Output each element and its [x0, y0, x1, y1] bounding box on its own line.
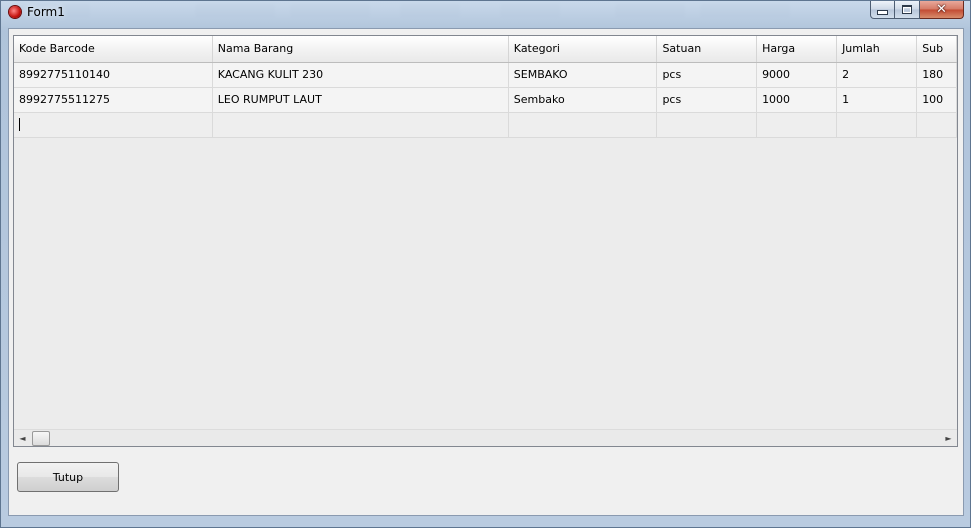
scroll-left-icon[interactable]: ◄ [14, 430, 31, 446]
minimize-icon [877, 10, 888, 15]
data-grid[interactable]: Kode Barcode Nama Barang Kategori Satuan… [13, 35, 958, 447]
cell-kategori[interactable]: SEMBAKO [508, 62, 658, 88]
close-icon: ✕ [936, 2, 947, 17]
column-header-kategori[interactable]: Kategori [508, 36, 658, 63]
cell-harga[interactable]: 9000 [756, 62, 838, 88]
cell-jumlah-empty[interactable] [836, 112, 918, 138]
column-header-satuan[interactable]: Satuan [656, 36, 758, 63]
column-header-nama-barang[interactable]: Nama Barang [212, 36, 509, 63]
cell-harga-empty[interactable] [756, 112, 838, 138]
tutup-button[interactable]: Tutup [17, 462, 119, 492]
grid-header-row: Kode Barcode Nama Barang Kategori Satuan… [14, 36, 957, 63]
cell-kategori-empty[interactable] [508, 112, 658, 138]
app-icon[interactable] [9, 6, 21, 18]
cell-harga[interactable]: 1000 [756, 87, 838, 113]
cell-jumlah[interactable]: 2 [836, 62, 918, 88]
form-client-area: Kode Barcode Nama Barang Kategori Satuan… [8, 28, 964, 516]
cell-subtotal-empty[interactable] [916, 112, 957, 138]
new-entry-row[interactable] [14, 112, 957, 138]
cell-satuan-empty[interactable] [656, 112, 758, 138]
close-button[interactable]: ✕ [920, 1, 964, 19]
caption-buttons: ✕ [870, 1, 964, 20]
cell-satuan[interactable]: pcs [656, 62, 758, 88]
cell-kode-barcode[interactable]: 8992775511275 [14, 87, 213, 113]
column-header-harga[interactable]: Harga [756, 36, 838, 63]
column-header-kode-barcode[interactable]: Kode Barcode [14, 36, 213, 63]
scrollbar-thumb[interactable] [32, 431, 50, 446]
cell-satuan[interactable]: pcs [656, 87, 758, 113]
maximize-button[interactable] [895, 1, 920, 19]
text-cursor [19, 118, 20, 132]
cell-subtotal[interactable]: 180 [916, 62, 957, 88]
cell-nama-barang-empty[interactable] [212, 112, 509, 138]
cell-nama-barang[interactable]: LEO RUMPUT LAUT [212, 87, 509, 113]
maximize-icon [902, 5, 912, 14]
minimize-button[interactable] [870, 1, 895, 19]
grid-table: Kode Barcode Nama Barang Kategori Satuan… [14, 36, 957, 138]
table-row[interactable]: 8992775110140 KACANG KULIT 230 SEMBAKO p… [14, 62, 957, 88]
window-title: Form1 [27, 5, 65, 19]
cell-subtotal[interactable]: 100 [916, 87, 957, 113]
scroll-right-icon[interactable]: ► [940, 430, 957, 446]
cell-kode-barcode[interactable]: 8992775110140 [14, 62, 213, 88]
title-bar[interactable]: Form1 ✕ [1, 1, 970, 25]
form-window: Form1 ✕ Kode Barcode Nama Barang Kategor… [0, 0, 971, 528]
column-header-subtotal[interactable]: Sub [916, 36, 957, 63]
cell-jumlah[interactable]: 1 [836, 87, 918, 113]
cell-nama-barang[interactable]: KACANG KULIT 230 [212, 62, 509, 88]
column-header-jumlah[interactable]: Jumlah [836, 36, 918, 63]
cell-kategori[interactable]: Sembako [508, 87, 658, 113]
cell-kode-barcode-editing[interactable] [14, 112, 213, 138]
horizontal-scrollbar[interactable]: ◄ ► [14, 429, 957, 446]
table-row[interactable]: 8992775511275 LEO RUMPUT LAUT Sembako pc… [14, 87, 957, 113]
